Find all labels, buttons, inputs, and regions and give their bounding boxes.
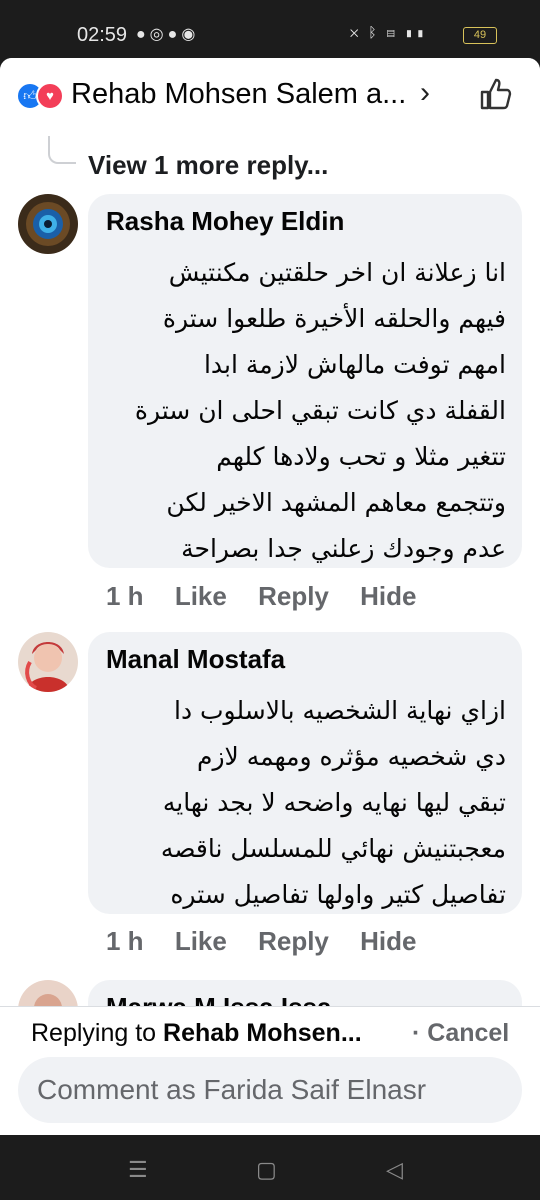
thread-connector	[48, 136, 76, 164]
comment-text: انا زعلانة ان اخر حلقتين مكنتيش فيهم وال…	[102, 250, 506, 572]
reply-composer: Replying to Rehab Mohsen... · Cancel Com…	[0, 1006, 540, 1135]
comment-line: فيهم والحلقه الأخيرة طلعوا سترة	[162, 304, 506, 333]
comment-line: ازاي نهاية الشخصيه بالاسلوب دا	[174, 696, 506, 725]
sheet-header: 👍︎ ♥ Rehab Mohsen Salem a... ›	[0, 58, 540, 130]
comment-line: تتغير مثلا و تحب ولادها كلهم	[216, 442, 506, 471]
reply-button[interactable]: Reply	[258, 581, 329, 611]
comment-time: 1 h	[106, 926, 144, 956]
avatar[interactable]	[18, 632, 78, 692]
comment-line: تبقي ليها نهايه واضحه لا بجد نهايه	[162, 788, 506, 817]
battery-icon: 49	[463, 27, 497, 44]
volte-icon: ▤	[386, 24, 398, 40]
mute-icon: ✕	[350, 24, 362, 40]
like-thumb-icon[interactable]	[478, 76, 514, 112]
comment-actions: 1 h Like Reply Hide	[106, 581, 440, 612]
recent-apps-icon[interactable]: ☰	[128, 1157, 148, 1183]
reactions[interactable]: 👍︎ ♥	[16, 82, 66, 110]
comment-line: تفاصيل كتير واولها تفاصيل ستره	[170, 880, 506, 909]
comment-author[interactable]: Rasha Mohey Eldin	[106, 206, 344, 237]
comment-line: دي شخصيه مؤثره ومهمه لازم	[196, 742, 506, 771]
system-icons: ✕ ᛒ ▤ ▮▮	[350, 24, 428, 40]
notification-icons: ●◎●◉	[136, 24, 199, 44]
comment-bubble[interactable]: Manal Mostafa ازاي نهاية الشخصيه بالاسلو…	[88, 632, 522, 914]
signal-icon: ▮▮	[404, 24, 428, 40]
replying-to-label: Replying to Rehab Mohsen...	[31, 1019, 362, 1048]
comment-line: امهم توفت مالهاش لازمة ابدا	[203, 350, 506, 379]
replying-to-prefix: Replying to	[31, 1019, 164, 1047]
love-reaction-icon: ♥	[36, 82, 64, 110]
bluetooth-icon: ᛒ	[368, 24, 380, 40]
post-author-title[interactable]: Rehab Mohsen Salem a...	[71, 78, 406, 111]
home-icon[interactable]: ▢	[256, 1157, 277, 1183]
system-nav-bar: ☰ ▢ ◁	[0, 1135, 540, 1200]
comment-line: وتتجمع معاهم المشهد الاخير لكن	[166, 488, 506, 517]
hide-button[interactable]: Hide	[360, 581, 416, 611]
chat-icon: ●	[136, 26, 150, 43]
whatsapp-icon: ◎	[149, 26, 168, 43]
status-time: 02:59	[77, 24, 128, 46]
like-button[interactable]: Like	[175, 581, 227, 611]
chevron-right-icon[interactable]: ›	[420, 76, 430, 110]
reply-button[interactable]: Reply	[258, 926, 329, 956]
back-icon[interactable]: ◁	[386, 1157, 403, 1183]
comment-line: عدم وجودك زعلني جدا بصراحة	[181, 534, 506, 563]
comments-sheet: 👍︎ ♥ Rehab Mohsen Salem a... › View 1 mo…	[0, 58, 540, 1135]
view-more-replies-link[interactable]: View 1 more reply...	[88, 150, 328, 181]
avatar[interactable]	[18, 194, 78, 254]
comment-input[interactable]: Comment as Farida Saif Elnasr	[18, 1057, 522, 1123]
messenger-icon: ◉	[181, 26, 200, 43]
comment-bubble[interactable]: Rasha Mohey Eldin انا زعلانة ان اخر حلقت…	[88, 194, 522, 568]
comment-line: القفلة دي كانت تبقي احلى ان سترة	[134, 396, 506, 425]
comment-actions: 1 h Like Reply Hide	[106, 926, 440, 957]
comment-author[interactable]: Manal Mostafa	[106, 644, 285, 675]
comment-line: انا زعلانة ان اخر حلقتين مكنتيش	[168, 258, 506, 287]
replying-to-target: Rehab Mohsen...	[163, 1019, 362, 1047]
facebook-icon: ●	[167, 26, 182, 43]
comment-line: معجبتنيش نهائي للمسلسل ناقصه	[160, 834, 506, 863]
hide-button[interactable]: Hide	[360, 926, 416, 956]
status-bar: 02:59 ●◎●◉ ✕ ᛒ ▤ ▮▮ 49	[0, 0, 540, 58]
like-button[interactable]: Like	[175, 926, 227, 956]
cancel-reply-button[interactable]: · Cancel	[412, 1019, 509, 1048]
comment-time: 1 h	[106, 581, 144, 611]
comment-text: ازاي نهاية الشخصيه بالاسلوب دا دي شخصيه …	[102, 688, 506, 918]
